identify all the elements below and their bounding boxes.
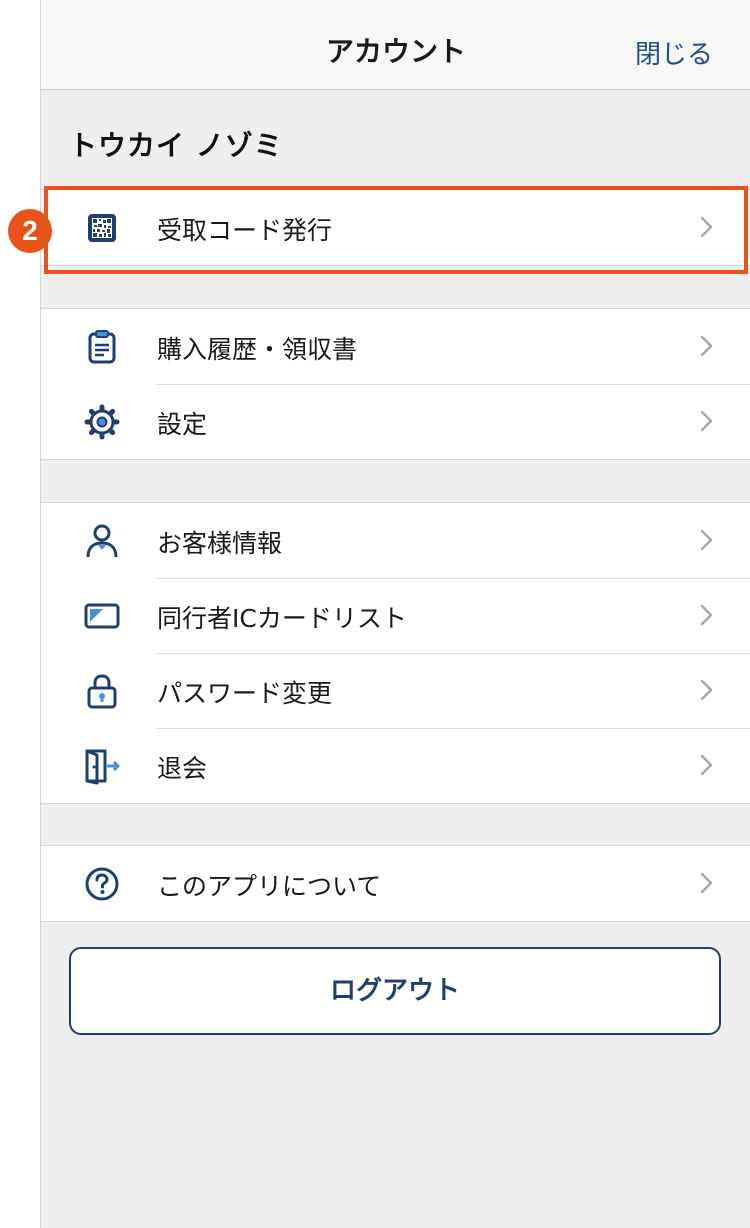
step-number-badge: 2 bbox=[8, 209, 52, 253]
chevron-right-icon bbox=[700, 410, 713, 432]
person-icon bbox=[86, 524, 118, 558]
chevron-right-icon bbox=[700, 679, 713, 701]
menu-item-label: パスワード変更 bbox=[157, 679, 333, 708]
lock-icon bbox=[87, 674, 117, 709]
chevron-right-icon bbox=[700, 872, 713, 894]
menu-item-receive-code[interactable]: 受取コード発行 bbox=[41, 190, 750, 265]
chevron-right-icon bbox=[700, 529, 713, 551]
ic-card-icon bbox=[84, 603, 120, 629]
menu-group-receive: 受取コード発行 bbox=[41, 189, 750, 266]
close-button[interactable]: 閉じる bbox=[635, 34, 713, 71]
menu-item-about-app[interactable]: このアプリについて bbox=[41, 846, 750, 921]
menu-item-label: 購入履歴・領収書 bbox=[157, 335, 358, 364]
menu-item-withdraw[interactable]: 退会 bbox=[41, 728, 750, 803]
menu-item-label: 退会 bbox=[157, 754, 208, 783]
menu-group-customer: お客様情報 同行者ICカードリスト パスワード変更 退会 bbox=[41, 502, 750, 804]
menu-item-settings[interactable]: 設定 bbox=[41, 384, 750, 459]
menu-item-label: このアプリについて bbox=[157, 872, 382, 901]
menu-item-ic-card-list[interactable]: 同行者ICカードリスト bbox=[41, 578, 750, 653]
menu-group-history: 購入履歴・領収書 設定 bbox=[41, 308, 750, 460]
menu-item-purchase-history[interactable]: 購入履歴・領収書 bbox=[41, 309, 750, 384]
menu-item-customer-info[interactable]: お客様情報 bbox=[41, 503, 750, 578]
gear-icon bbox=[84, 404, 120, 440]
menu-item-label: 設定 bbox=[157, 410, 208, 439]
header-bar: アカウント 閉じる bbox=[41, 0, 750, 90]
user-name: トウカイ ノゾミ bbox=[69, 129, 283, 162]
menu-item-label: お客様情報 bbox=[157, 529, 283, 558]
menu-item-change-password[interactable]: パスワード変更 bbox=[41, 653, 750, 728]
clipboard-icon bbox=[88, 330, 116, 364]
logout-button[interactable]: ログアウト bbox=[69, 947, 721, 1035]
menu-group-about: このアプリについて bbox=[41, 845, 750, 922]
chevron-right-icon bbox=[700, 335, 713, 357]
menu-item-label: 受取コード発行 bbox=[157, 216, 333, 245]
chevron-right-icon bbox=[700, 216, 713, 238]
chevron-right-icon bbox=[700, 604, 713, 626]
chevron-right-icon bbox=[700, 754, 713, 776]
exit-door-icon bbox=[85, 749, 120, 785]
question-icon bbox=[85, 867, 119, 901]
menu-item-label: 同行者ICカードリスト bbox=[157, 604, 407, 633]
qr-code-icon bbox=[88, 214, 116, 242]
account-screen: アカウント 閉じる トウカイ ノゾミ 受取コード発行 購入履歴・領収書 設定 お… bbox=[40, 0, 750, 1228]
